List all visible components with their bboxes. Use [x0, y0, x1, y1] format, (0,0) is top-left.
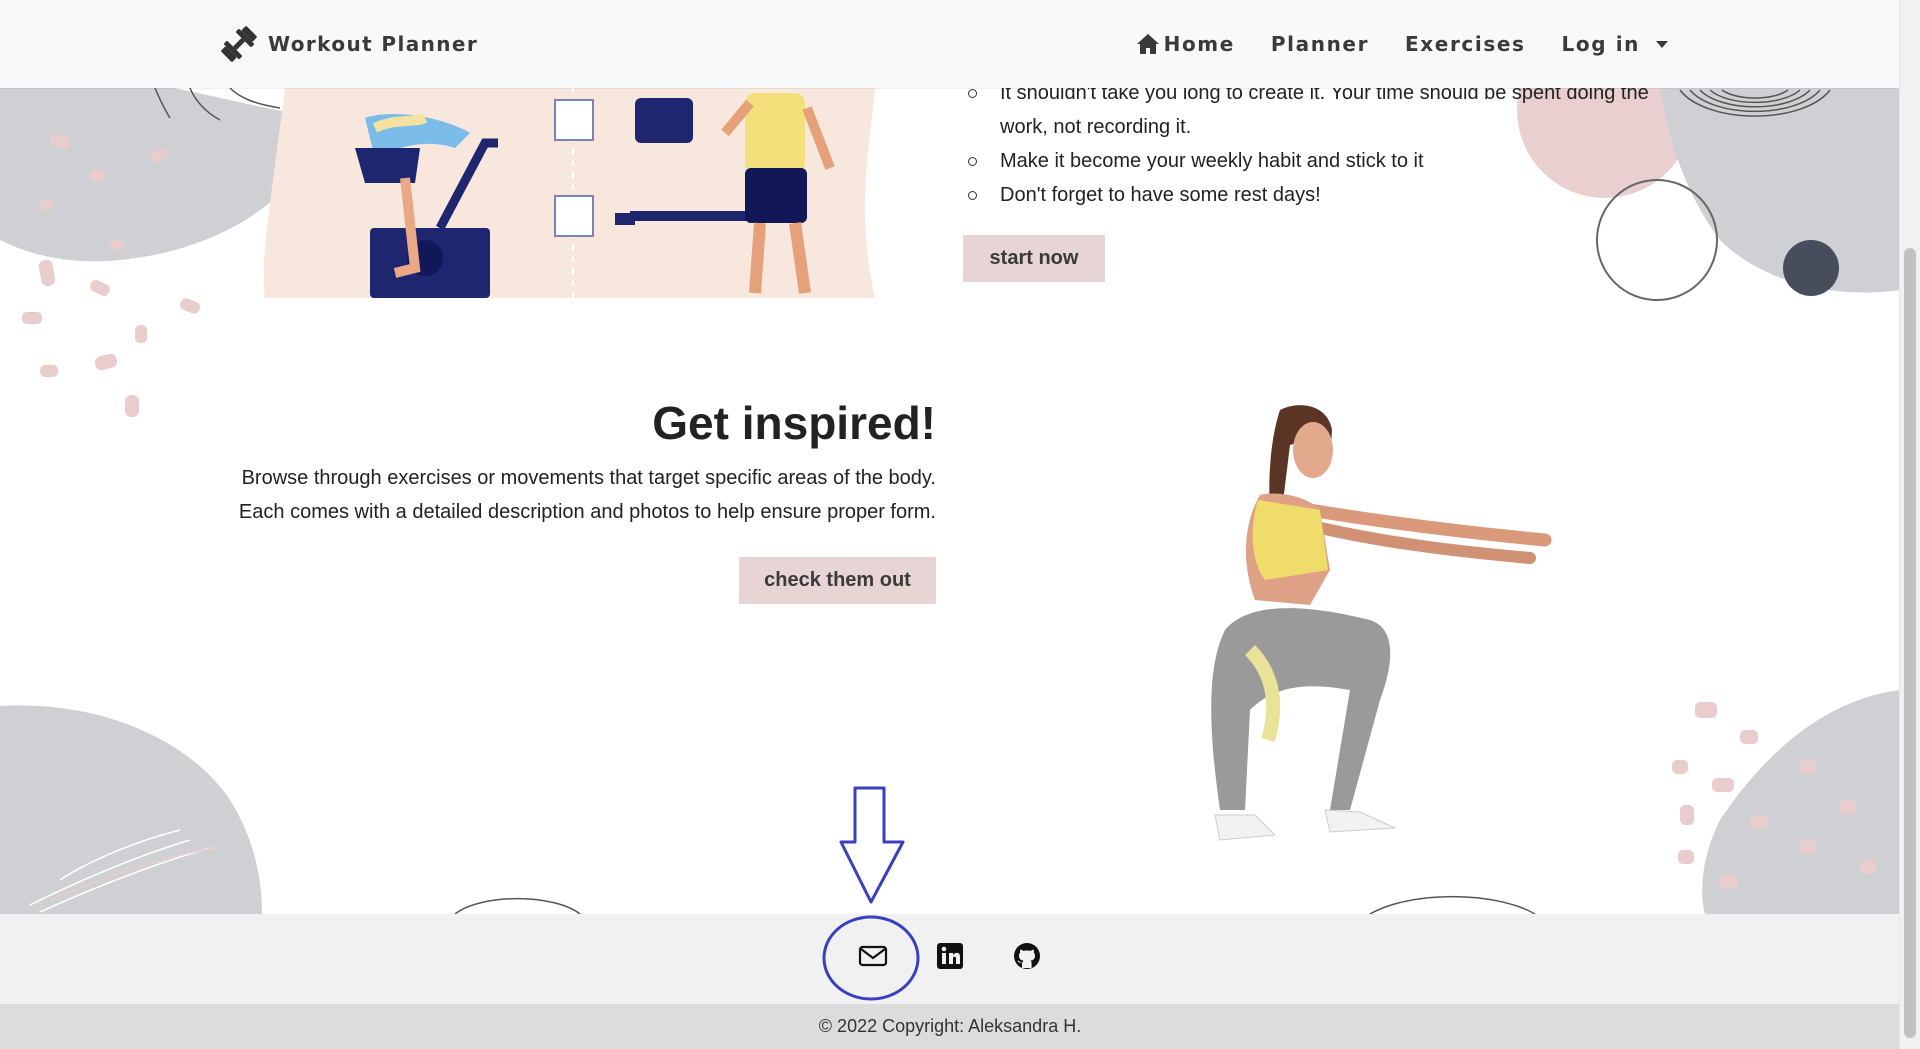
envelope-icon[interactable] — [857, 940, 889, 972]
nav-login-label: Log in — [1561, 32, 1640, 56]
check-them-out-button[interactable]: check them out — [739, 557, 936, 604]
squat-photo — [1211, 405, 1552, 841]
description-line: Browse through exercises or movements th… — [241, 467, 936, 489]
nav-login-dropdown[interactable]: Log in — [1562, 32, 1668, 56]
brand-text: Workout Planner — [268, 32, 479, 56]
copyright-text: © 2022 Copyright: Aleksandra H. — [0, 1004, 1900, 1049]
home-icon — [1136, 34, 1159, 54]
start-now-button[interactable]: start now — [963, 235, 1105, 282]
gym-illustration — [263, 88, 875, 298]
nav-planner[interactable]: Planner — [1271, 32, 1369, 56]
linkedin-icon[interactable] — [934, 940, 966, 972]
list-item: Don't forget to have some rest days! — [966, 178, 1666, 212]
top-navbar: Workout Planner Home Planner Exercises L… — [0, 0, 1900, 88]
scrollbar-thumb[interactable] — [1904, 248, 1916, 1038]
page-scrollbar[interactable] — [1899, 0, 1920, 1049]
caret-down-icon — [1656, 40, 1668, 48]
github-icon[interactable] — [1011, 940, 1043, 972]
description-line: Each comes with a detailed description a… — [238, 501, 936, 523]
nav-home-label: Home — [1163, 32, 1235, 56]
plan-tips-list: It shouldn't take you long to create it.… — [966, 76, 1666, 212]
nav-links: Home Planner Exercises Log in — [1136, 24, 1668, 64]
nav-exercises[interactable]: Exercises — [1405, 32, 1525, 56]
dumbbell-icon — [221, 26, 257, 62]
get-inspired-heading: Get inspired! — [652, 397, 936, 449]
list-item: Make it become your weekly habit and sti… — [966, 144, 1666, 178]
inspired-description: Browse through exercises or movements th… — [176, 461, 936, 529]
brand-link[interactable]: Workout Planner — [218, 22, 478, 66]
nav-home[interactable]: Home — [1136, 32, 1235, 56]
